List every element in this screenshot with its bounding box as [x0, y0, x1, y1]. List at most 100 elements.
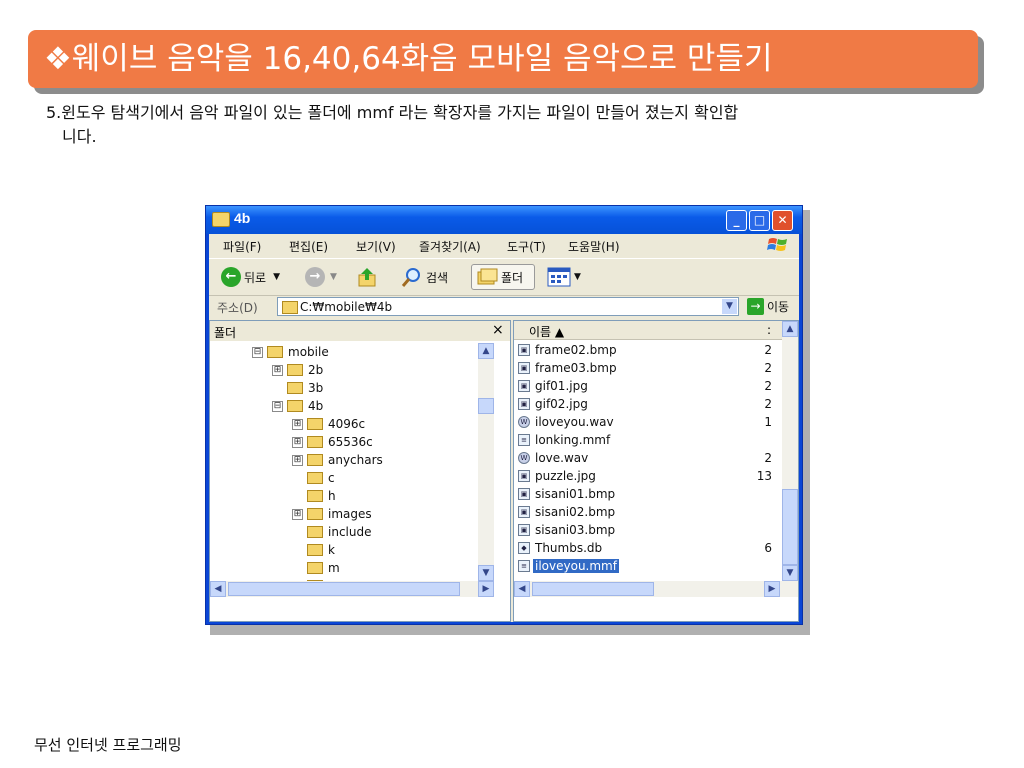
folder-icon [307, 526, 323, 538]
minimize-button[interactable]: _ [726, 210, 747, 231]
file-name: iloveyou.wav [535, 414, 614, 429]
forward-button[interactable]: → ▼ [305, 266, 337, 288]
tree-item[interactable]: ⊟ 4b [272, 397, 323, 415]
menu-tools[interactable]: 도구(T) [507, 238, 546, 255]
folder-pane-title: 폴더 [214, 326, 237, 340]
scroll-right-icon[interactable]: ▶ [478, 581, 494, 597]
file-name: frame02.bmp [535, 342, 617, 357]
img-file-icon: ▣ [518, 397, 530, 410]
expand-icon[interactable]: ⊞ [292, 454, 303, 466]
tree-item[interactable]: ⊞ 65536c [292, 433, 373, 451]
file-item[interactable]: Wiloveyou.wav 1 [518, 413, 778, 430]
img-file-icon: ▣ [518, 343, 530, 356]
scroll-up-icon[interactable]: ▲ [478, 343, 494, 359]
folder-icon [307, 454, 323, 466]
window-titlebar[interactable]: 4b _ □ ✕ [206, 206, 802, 234]
hscroll-thumb[interactable] [532, 582, 654, 596]
scroll-left-icon[interactable]: ◀ [210, 581, 226, 597]
address-folder-icon [282, 301, 298, 314]
file-column-header: 이름 ▲ : [514, 321, 782, 340]
folder-pane-header: 폴더 × [210, 321, 510, 341]
file-item[interactable]: ◆ Thumbs.db 6 [518, 539, 778, 556]
tree-item[interactable]: m [292, 559, 340, 577]
menu-edit[interactable]: 편집(E) [289, 238, 328, 255]
explorer-window: 4b _ □ ✕ 파일(F) 편집(E) 보기(V) 즐겨찾기(A) 도구(T)… [205, 205, 803, 625]
slide-footer: 무선 인터넷 프로그래밍 [34, 736, 182, 754]
back-dropdown-icon[interactable]: ▼ [273, 272, 280, 282]
go-label: 이동 [767, 300, 790, 314]
menu-bar: 파일(F) 편집(E) 보기(V) 즐겨찾기(A) 도구(T) 도움말(H) [209, 234, 799, 256]
file-item[interactable]: ▣ puzzle.jpg 13 [518, 467, 778, 484]
scroll-down-icon[interactable]: ▼ [478, 565, 494, 581]
expand-icon[interactable]: ⊞ [272, 364, 283, 376]
close-button[interactable]: ✕ [772, 210, 793, 231]
scroll-right-icon[interactable]: ▶ [764, 581, 780, 597]
file-item[interactable]: Wlove.wav 2 [518, 449, 778, 466]
address-input[interactable]: C:₩mobile₩4b ▼ [277, 297, 739, 316]
address-dropdown-icon[interactable]: ▼ [722, 299, 737, 314]
file-size: 2 [764, 360, 772, 375]
search-button[interactable]: 검색 [401, 266, 448, 288]
file-item[interactable]: ≡ iloveyou.mmf [518, 557, 778, 574]
expand-icon[interactable]: ⊞ [292, 508, 303, 520]
back-button[interactable]: ← 뒤로 ▼ [221, 266, 280, 288]
views-button[interactable]: ▼ [547, 266, 581, 288]
tree-item[interactable]: k [292, 541, 335, 559]
collapse-icon[interactable]: ⊟ [252, 346, 263, 358]
expand-icon[interactable]: ⊞ [292, 436, 303, 448]
tree-item[interactable]: ⊞ 4096c [292, 415, 365, 433]
img-file-icon: ▣ [518, 487, 530, 500]
file-pane: 이름 ▲ : ▣ frame02.bmp 2 ▣ frame03.bmp 2 ▣ gif01.… [513, 320, 799, 622]
tree-item[interactable]: ⊞ images [292, 505, 372, 523]
address-value: C:₩mobile₩4b [300, 300, 393, 314]
file-name: love.wav [535, 450, 589, 465]
scroll-thumb[interactable] [782, 489, 798, 565]
scroll-thumb[interactable] [478, 398, 494, 414]
folder-pane-vscroll[interactable]: ▲ ▼ [478, 343, 494, 581]
file-item[interactable]: ▣ sisani01.bmp [518, 485, 778, 502]
forward-dropdown-icon[interactable]: ▼ [330, 272, 337, 282]
file-item[interactable]: ▣ frame03.bmp 2 [518, 359, 778, 376]
maximize-button[interactable]: □ [749, 210, 770, 231]
file-size: 1 [764, 414, 772, 429]
column-name[interactable]: 이름 ▲ [529, 323, 564, 340]
file-item[interactable]: ≡ lonking.mmf [518, 431, 778, 448]
scroll-down-icon[interactable]: ▼ [782, 565, 798, 581]
menu-file[interactable]: 파일(F) [223, 238, 261, 255]
hscroll-thumb[interactable] [228, 582, 460, 596]
folder-pane-close-icon[interactable]: × [492, 322, 504, 338]
file-item[interactable]: ▣ gif02.jpg 2 [518, 395, 778, 412]
file-pane-hscroll[interactable]: ◀ ▶ [514, 581, 798, 597]
file-pane-vscroll[interactable]: ▲ ▼ [782, 321, 798, 581]
menu-view[interactable]: 보기(V) [356, 238, 396, 255]
folders-button[interactable]: 폴더 [471, 264, 535, 290]
scroll-left-icon[interactable]: ◀ [514, 581, 530, 597]
tree-item[interactable]: include [292, 523, 371, 541]
tree-item-label: 4096c [328, 417, 366, 431]
expand-icon[interactable]: ⊞ [292, 418, 303, 430]
tree-item[interactable]: ⊞ 2b [272, 361, 323, 379]
folder-icon [287, 382, 303, 394]
back-label: 뒤로 [244, 270, 267, 285]
file-item[interactable]: ▣ frame02.bmp 2 [518, 341, 778, 358]
tree-item[interactable]: ⊟ mobile [252, 343, 329, 361]
collapse-icon[interactable]: ⊟ [272, 400, 283, 412]
file-name: gif01.jpg [535, 378, 588, 393]
file-item[interactable]: ▣ sisani02.bmp [518, 503, 778, 520]
go-button[interactable]: → 이동 [747, 298, 789, 315]
scroll-up-icon[interactable]: ▲ [782, 321, 798, 337]
tree-item[interactable]: h [292, 487, 336, 505]
tree-item[interactable]: ⊞ anychars [292, 451, 383, 469]
tree-item-label: c [328, 471, 335, 485]
db-file-icon: ◆ [518, 541, 530, 554]
menu-help[interactable]: 도움말(H) [568, 238, 620, 255]
column-2[interactable]: : [767, 323, 771, 337]
file-item[interactable]: ▣ gif01.jpg 2 [518, 377, 778, 394]
tree-item[interactable]: 3b [272, 379, 323, 397]
up-folder-button[interactable] [357, 266, 379, 288]
tree-item[interactable]: c [292, 469, 335, 487]
folder-pane-hscroll[interactable]: ◀ ▶ [210, 581, 494, 597]
file-item[interactable]: ▣ sisani03.bmp [518, 521, 778, 538]
folders-icon [477, 268, 498, 285]
menu-favorites[interactable]: 즐겨찾기(A) [419, 238, 481, 255]
